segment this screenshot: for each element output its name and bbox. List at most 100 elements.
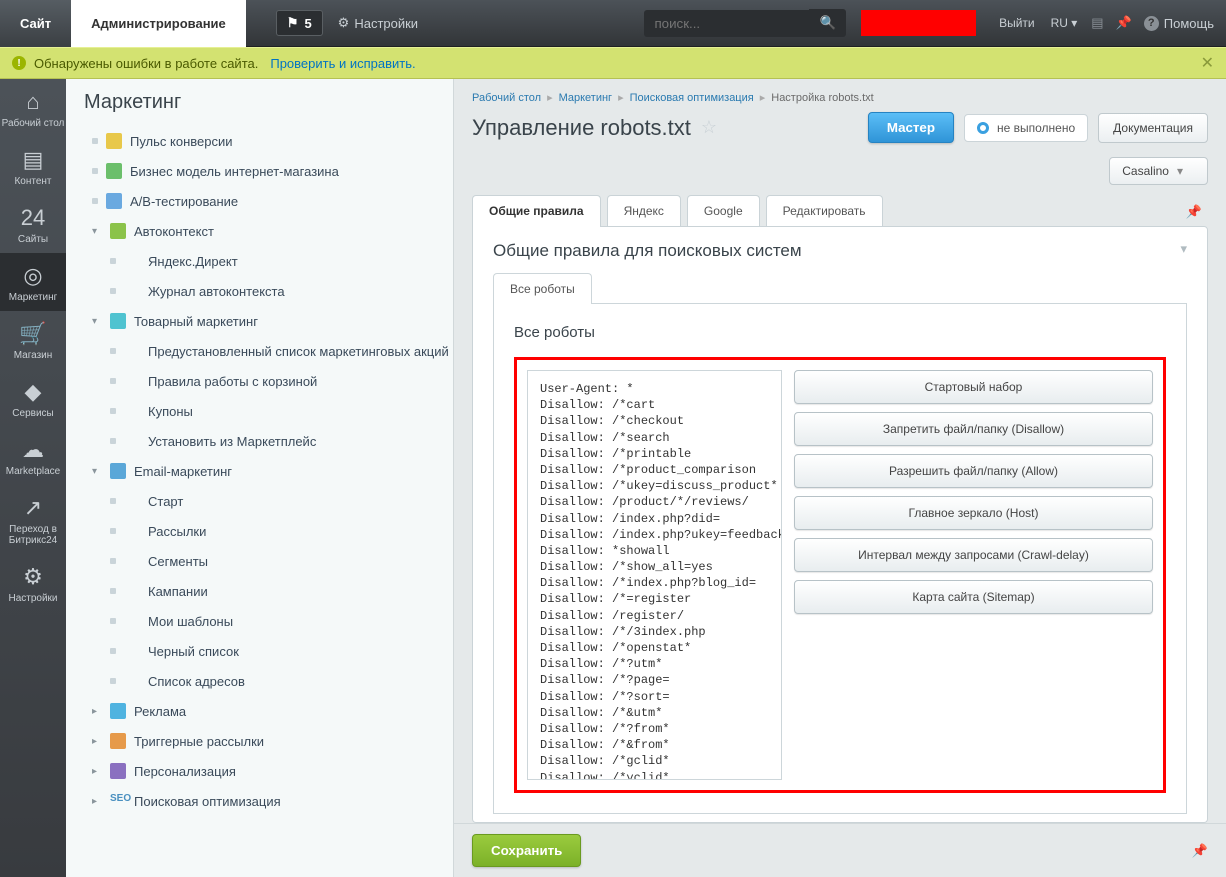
sidebar-item-22[interactable]: ▸SEOПоисковая оптимизация <box>84 786 453 816</box>
bullet-icon <box>110 648 116 654</box>
tab-0[interactable]: Общие правила <box>472 195 601 227</box>
master-button[interactable]: Мастер <box>868 112 954 143</box>
sidebar-item-2[interactable]: A/B-тестирование <box>84 186 453 216</box>
sidebar-item-13[interactable]: Рассылки <box>84 516 453 546</box>
robots-btn-4[interactable]: Интервал между запросами (Crawl-delay) <box>794 538 1153 572</box>
bullet-icon <box>92 198 98 204</box>
rail-item-3[interactable]: ◎Маркетинг <box>0 253 66 311</box>
inner-tabs: Все роботы <box>493 273 1187 304</box>
flag-icon: ⚑ <box>287 15 299 31</box>
alert-link[interactable]: Проверить и исправить. <box>270 56 415 71</box>
clipboard-icon[interactable]: ▤ <box>1091 15 1103 31</box>
bullet-icon <box>110 378 116 384</box>
panel: ▾ Общие правила для поисковых систем Все… <box>472 226 1208 823</box>
favorite-star-icon[interactable]: ☆ <box>701 117 717 138</box>
tabs-pin-icon[interactable]: 📌 <box>1180 198 1208 226</box>
admin-tab[interactable]: Администрирование <box>71 0 246 47</box>
logout-link[interactable]: Выйти <box>999 16 1035 30</box>
robots-textarea[interactable]: User-Agent: * Disallow: /*cart Disallow:… <box>527 370 782 780</box>
sidebar-item-5[interactable]: Журнал автоконтекста <box>84 276 453 306</box>
bullet-icon <box>110 528 116 534</box>
pin-icon[interactable]: 📌 <box>1116 15 1132 31</box>
footer-pin-icon[interactable]: 📌 <box>1192 843 1208 859</box>
rail-icon: ⌂ <box>0 89 66 115</box>
sidebar-item-3[interactable]: ▾Автоконтекст <box>84 216 453 246</box>
help-button[interactable]: ? Помощь <box>1144 16 1214 31</box>
alert-bar: ! Обнаружены ошибки в работе сайта. Пров… <box>0 47 1226 79</box>
robots-btn-0[interactable]: Стартовый набор <box>794 370 1153 404</box>
save-button[interactable]: Сохранить <box>472 834 581 867</box>
site-selector[interactable]: Casalino ▾ <box>1109 157 1208 185</box>
topbar: Сайт Администрирование ⚑ 5 ⚙ Настройки 🔍… <box>0 0 1226 47</box>
sidebar-item-15[interactable]: Кампании <box>84 576 453 606</box>
site-tab[interactable]: Сайт <box>0 0 71 47</box>
settings-button[interactable]: ⚙ Настройки <box>338 15 418 31</box>
crumb-1[interactable]: Маркетинг <box>559 92 612 104</box>
tree-icon <box>110 463 126 479</box>
rail-item-1[interactable]: ▤Контент <box>0 137 66 195</box>
sidebar-item-0[interactable]: Пульс конверсии <box>84 126 453 156</box>
gear-icon: ⚙ <box>338 15 350 31</box>
user-block[interactable] <box>861 10 976 36</box>
sidebar-item-19[interactable]: ▸Реклама <box>84 696 453 726</box>
sidebar-item-12[interactable]: Старт <box>84 486 453 516</box>
sidebar-item-20[interactable]: ▸Триггерные рассылки <box>84 726 453 756</box>
sidebar-item-7[interactable]: Предустановленный список маркетинговых а… <box>84 336 453 366</box>
sidebar-item-10[interactable]: Установить из Маркетплейс <box>84 426 453 456</box>
sidebar-item-9[interactable]: Купоны <box>84 396 453 426</box>
robots-btn-2[interactable]: Разрешить файл/папку (Allow) <box>794 454 1153 488</box>
collapse-icon[interactable]: ▾ <box>1180 241 1187 257</box>
robots-btn-3[interactable]: Главное зеркало (Host) <box>794 496 1153 530</box>
rail-icon: 24 <box>0 205 66 231</box>
sidebar-item-11[interactable]: ▾Email-маркетинг <box>84 456 453 486</box>
rail-item-5[interactable]: ◆Сервисы <box>0 369 66 427</box>
inner-title: Все роботы <box>514 324 1166 341</box>
sidebar-item-14[interactable]: Сегменты <box>84 546 453 576</box>
inner-box: Все роботы User-Agent: * Disallow: /*car… <box>493 304 1187 814</box>
breadcrumb: Рабочий стол▸Маркетинг▸Поисковая оптимиз… <box>454 79 1226 110</box>
sidebar-item-6[interactable]: ▾Товарный маркетинг <box>84 306 453 336</box>
tree-icon: SEO <box>110 793 126 809</box>
alert-icon: ! <box>12 56 26 70</box>
sidebar-item-17[interactable]: Черный список <box>84 636 453 666</box>
sidebar-item-16[interactable]: Мои шаблоны <box>84 606 453 636</box>
sidebar-item-1[interactable]: Бизнес модель интернет-магазина <box>84 156 453 186</box>
tree-icon <box>110 223 126 239</box>
inner-tab-all-robots[interactable]: Все роботы <box>493 273 592 304</box>
rail-item-0[interactable]: ⌂Рабочий стол <box>0 79 66 137</box>
main-content: Рабочий стол▸Маркетинг▸Поисковая оптимиз… <box>454 79 1226 877</box>
alert-close-icon[interactable]: ✕ <box>1201 53 1214 73</box>
expand-icon: ▸ <box>92 766 102 777</box>
notifications-button[interactable]: ⚑ 5 <box>276 10 323 36</box>
bullet-icon <box>92 138 98 144</box>
sidebar-item-21[interactable]: ▸Персонализация <box>84 756 453 786</box>
sidebar-item-8[interactable]: Правила работы с корзиной <box>84 366 453 396</box>
tab-2[interactable]: Google <box>687 195 760 226</box>
search-input[interactable] <box>644 10 809 37</box>
documentation-button[interactable]: Документация <box>1098 113 1208 143</box>
bullet-icon <box>110 288 116 294</box>
sidebar-item-18[interactable]: Список адресов <box>84 666 453 696</box>
search-button[interactable]: 🔍 <box>809 9 846 37</box>
rail-item-8[interactable]: ⚙Настройки <box>0 554 66 612</box>
tab-3[interactable]: Редактировать <box>766 195 883 226</box>
robots-highlight: User-Agent: * Disallow: /*cart Disallow:… <box>514 357 1166 793</box>
bullet-icon <box>110 618 116 624</box>
expand-icon: ▾ <box>92 316 102 327</box>
rail-item-4[interactable]: 🛒Магазин <box>0 311 66 369</box>
rail-item-6[interactable]: ☁Marketplace <box>0 427 66 485</box>
sidebar-tree: Пульс конверсииБизнес модель интернет-ма… <box>84 126 453 816</box>
crumb-0[interactable]: Рабочий стол <box>472 92 541 104</box>
robots-btn-5[interactable]: Карта сайта (Sitemap) <box>794 580 1153 614</box>
tab-1[interactable]: Яндекс <box>607 195 681 226</box>
lang-selector[interactable]: RU ▾ <box>1051 16 1078 30</box>
rail-item-7[interactable]: ↗Переход в Битрикс24 <box>0 485 66 554</box>
sidebar-item-4[interactable]: Яндекс.Директ <box>84 246 453 276</box>
expand-icon: ▸ <box>92 706 102 717</box>
robots-btn-1[interactable]: Запретить файл/папку (Disallow) <box>794 412 1153 446</box>
status-badge[interactable]: не выполнено <box>964 114 1088 142</box>
rail-icon: ▤ <box>0 147 66 173</box>
alert-text: Обнаружены ошибки в работе сайта. <box>34 56 258 71</box>
rail-item-2[interactable]: 24Сайты <box>0 195 66 253</box>
crumb-2[interactable]: Поисковая оптимизация <box>630 92 754 104</box>
